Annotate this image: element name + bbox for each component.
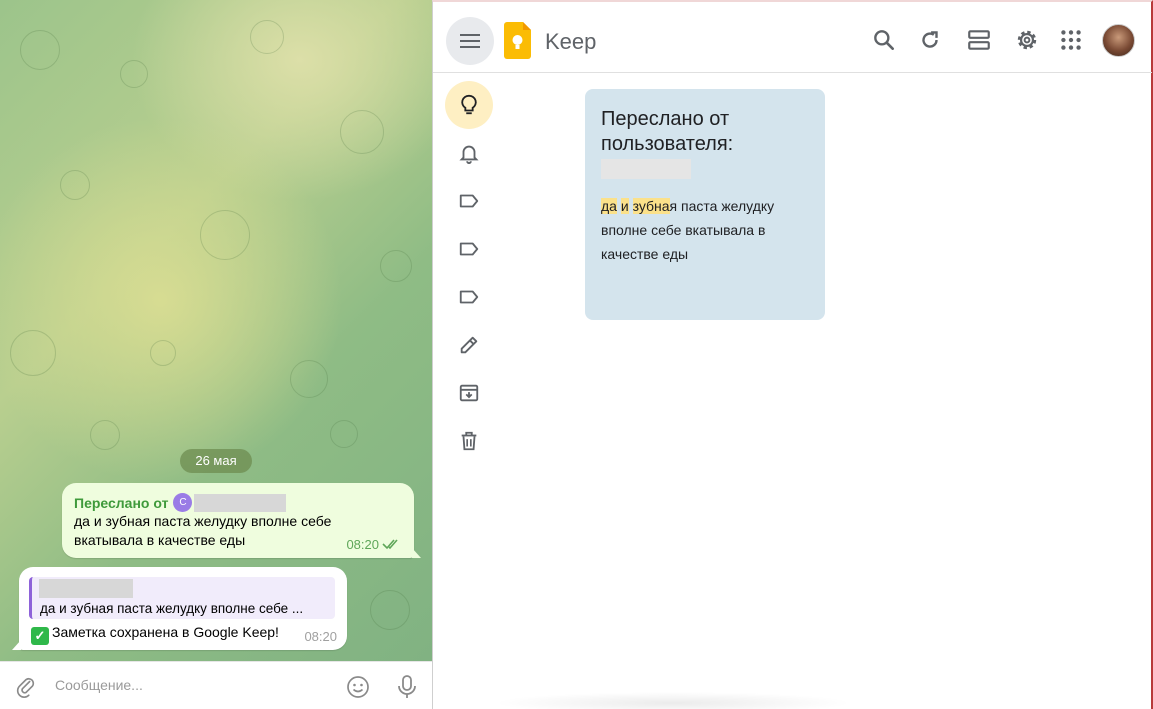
reply-text-row: ✓ Заметка сохранена в Google Keep! <box>31 623 279 645</box>
message-time: 08:20 <box>304 629 337 644</box>
wallpaper-doodle <box>330 420 358 448</box>
redacted-quote-author <box>39 579 133 598</box>
label-icon <box>459 194 479 208</box>
redacted-username <box>601 159 691 179</box>
wallpaper-doodle <box>340 110 384 154</box>
quoted-text: да и зубная паста желудку вполне себе ..… <box>40 601 304 616</box>
wallpaper-doodle <box>90 420 120 450</box>
quoted-message[interactable]: да и зубная паста желудку вполне себе ..… <box>29 577 335 619</box>
date-separator: 26 мая <box>180 449 252 473</box>
search-highlight: зубна <box>632 198 670 214</box>
list-view-icon[interactable] <box>966 27 992 53</box>
google-keep-window: Keep Переслано от пользователя: да и зуб… <box>432 0 1153 709</box>
message-time: 08:20 <box>346 537 379 552</box>
redacted-sender-name <box>194 493 287 512</box>
forward-prefix: Переслано от <box>74 494 169 511</box>
bubble-tail <box>412 548 421 558</box>
microphone-icon[interactable] <box>396 674 418 700</box>
telegram-chat-pane: 26 мая Переслано от С да и зубная паста … <box>0 0 432 709</box>
bubble-tail <box>12 640 21 650</box>
message-text: да и зубная паста желудку вполне себе вк… <box>74 513 332 548</box>
reply-text: Заметка сохранена в Google Keep! <box>52 624 279 640</box>
wallpaper-doodle <box>370 590 410 630</box>
trash-icon <box>461 431 477 451</box>
message-input[interactable]: Сообщение... <box>55 677 143 693</box>
window-shadow <box>493 692 853 709</box>
wallpaper-doodle <box>10 330 56 376</box>
search-icon[interactable] <box>871 27 897 53</box>
wallpaper-doodle <box>60 170 90 200</box>
check-mark-icon: ✓ <box>31 627 49 645</box>
app-title[interactable]: Keep <box>545 29 596 55</box>
apps-icon[interactable] <box>1058 27 1084 53</box>
emoji-icon[interactable] <box>346 675 370 699</box>
bell-icon <box>459 145 479 164</box>
label-icon <box>459 290 479 304</box>
note-card[interactable]: Переслано от пользователя: да и зубная п… <box>585 89 825 320</box>
wallpaper-doodle <box>290 360 328 398</box>
search-highlight: да <box>601 198 617 214</box>
message-composer: Сообщение... <box>0 661 432 709</box>
wallpaper-doodle <box>380 250 412 282</box>
forwarded-message-bubble[interactable]: Переслано от С да и зубная паста желудку… <box>62 483 421 558</box>
sidebar-item-notes[interactable] <box>445 81 493 129</box>
sidebar-item-label-1[interactable] <box>445 177 493 225</box>
search-highlight: и <box>620 198 629 214</box>
lightbulb-icon <box>461 94 477 115</box>
wallpaper-doodle <box>200 210 250 260</box>
menu-icon <box>460 34 480 48</box>
forward-header[interactable]: Переслано от С <box>74 493 287 512</box>
sidebar-item-label-3[interactable] <box>445 273 493 321</box>
label-icon <box>459 242 479 256</box>
archive-icon <box>459 384 479 402</box>
main-menu-button[interactable] <box>446 17 494 65</box>
keep-header: Keep <box>433 7 1152 73</box>
note-title: Переслано от пользователя: <box>601 108 734 155</box>
wallpaper-doodle <box>120 60 148 88</box>
wallpaper-doodle <box>250 20 284 54</box>
sender-avatar[interactable]: С <box>173 493 193 512</box>
wallpaper-doodle <box>20 30 60 70</box>
sidebar-item-archive[interactable] <box>445 369 493 417</box>
pencil-icon <box>460 336 478 354</box>
sidebar-item-label-2[interactable] <box>445 225 493 273</box>
sidebar-item-reminders[interactable] <box>445 129 493 177</box>
account-avatar[interactable] <box>1102 24 1135 57</box>
bot-reply-bubble[interactable]: да и зубная паста желудку вполне себе ..… <box>12 567 347 650</box>
refresh-icon[interactable] <box>917 27 943 53</box>
read-checks-icon <box>382 539 398 550</box>
note-body: да и зубная паста желудку вполне себе вк… <box>601 194 811 266</box>
sidebar-item-edit-labels[interactable] <box>445 321 493 369</box>
wallpaper-doodle <box>150 340 176 366</box>
sidebar-item-trash[interactable] <box>445 417 493 465</box>
settings-icon[interactable] <box>1014 27 1040 53</box>
paperclip-icon[interactable] <box>15 676 37 698</box>
keep-logo-icon[interactable] <box>504 22 531 59</box>
